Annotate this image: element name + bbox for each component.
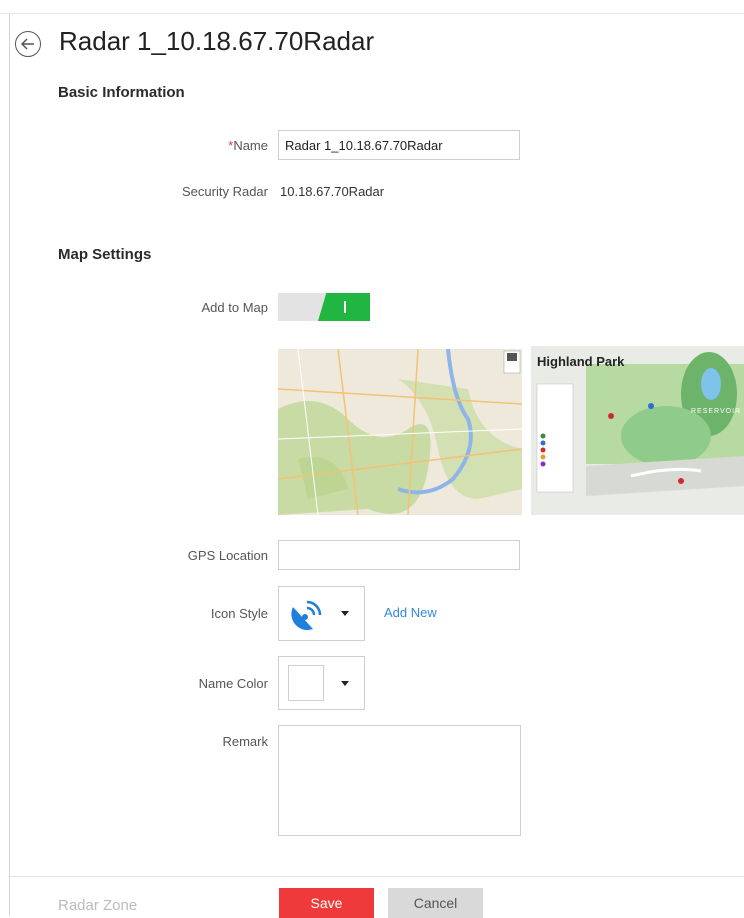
e-map-image (531, 346, 744, 515)
section-map-settings: Map Settings (58, 246, 152, 263)
name-color-select[interactable] (278, 656, 365, 710)
cancel-button[interactable]: Cancel (388, 888, 483, 918)
add-to-map-toggle[interactable] (278, 293, 370, 321)
arrow-left-icon (21, 38, 34, 50)
icon-style-label: Icon Style (210, 606, 268, 621)
add-to-map-label: Add to Map (201, 300, 269, 315)
gps-location-input[interactable] (278, 540, 520, 570)
radar-icon (291, 600, 322, 631)
icon-style-select[interactable] (278, 586, 365, 641)
remark-label: Remark (222, 734, 268, 749)
page-title: Radar 1_10.18.67.70Radar (59, 26, 375, 56)
remark-textarea[interactable] (278, 725, 521, 836)
name-color-label: Name Color (198, 676, 268, 691)
chevron-down-icon (341, 681, 349, 686)
radar-zone-section-title: Radar Zone (58, 897, 138, 914)
gis-map-thumbnail[interactable] (278, 349, 522, 515)
chevron-down-icon (341, 611, 349, 616)
section-basic-information: Basic Information (58, 84, 185, 101)
e-map-title: Highland Park (537, 354, 625, 369)
panel-divider (9, 14, 10, 916)
security-radar-label: Security Radar (182, 184, 268, 199)
name-input[interactable] (278, 130, 520, 160)
gis-map-image (278, 349, 522, 515)
name-label: *Name (228, 138, 268, 153)
toggle-on-bar (344, 301, 346, 313)
color-swatch (288, 665, 324, 701)
gps-location-label: GPS Location (187, 548, 268, 563)
add-new-icon-link[interactable]: Add New (384, 605, 437, 620)
e-map-area-label: RESERVOIR (691, 408, 742, 415)
security-radar-value: 10.18.67.70Radar (280, 184, 385, 199)
back-button[interactable] (15, 31, 41, 57)
top-bar (0, 0, 744, 14)
e-map-thumbnail[interactable]: Highland Park RESERVOIR (531, 346, 744, 515)
save-button[interactable]: Save (279, 888, 374, 918)
